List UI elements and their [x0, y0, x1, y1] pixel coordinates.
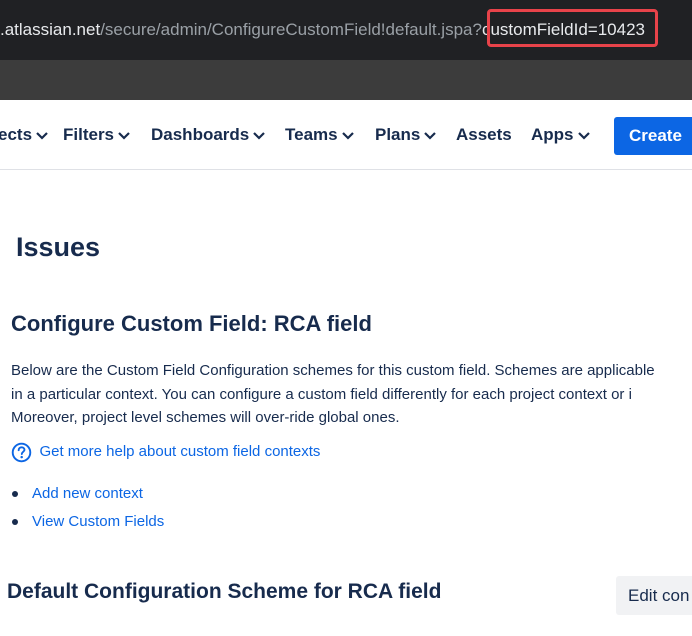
add-new-context-link[interactable]: Add new context [32, 485, 143, 502]
browser-address-bar[interactable]: .atlassian.net/secure/admin/ConfigureCus… [0, 0, 692, 60]
chevron-down-icon [253, 131, 266, 140]
nav-filters-label: Filters [63, 125, 115, 144]
nav-apps-label: Apps [531, 125, 574, 144]
browser-toolbar-strip [0, 60, 692, 100]
chevron-down-icon [36, 131, 48, 140]
nav-teams[interactable]: Teams [285, 124, 354, 146]
nav-dashboards-label: Dashboards [151, 125, 250, 144]
nav-assets-label: Assets [456, 125, 512, 144]
nav-filters[interactable]: Filters [63, 124, 130, 146]
page-title: Issues [16, 232, 101, 262]
help-row: Get more help about custom field context… [11, 441, 320, 463]
create-button[interactable]: Create [614, 117, 692, 155]
scheme-title: Default Configuration Scheme for RCA fie… [7, 580, 442, 603]
list-item: View Custom Fields [11, 510, 164, 538]
chevron-down-icon [118, 131, 130, 140]
description-line: in a particular context. You can configu… [11, 385, 632, 403]
top-navigation: ects Filters Dashboards Teams Plans Asse… [0, 100, 692, 170]
question-circle-icon[interactable] [11, 442, 32, 463]
description: Below are the Custom Field Configuration… [11, 359, 692, 430]
chevron-down-icon [424, 131, 437, 140]
nav-teams-label: Teams [285, 125, 338, 144]
chevron-down-icon [577, 131, 590, 140]
view-custom-fields-link[interactable]: View Custom Fields [32, 513, 164, 530]
section-title: Configure Custom Field: RCA field [11, 311, 372, 336]
list-item: Add new context [11, 482, 164, 510]
edit-configuration-button[interactable]: Edit con [616, 576, 692, 615]
nav-plans[interactable]: Plans [375, 124, 437, 146]
chevron-down-icon [341, 131, 354, 140]
bullet-icon [12, 491, 18, 497]
nav-assets[interactable]: Assets [456, 124, 512, 146]
url-path: /secure/admin/ConfigureCustomField!defau… [100, 20, 482, 39]
description-line: Moreover, project level schemes will ove… [11, 409, 400, 426]
bullet-icon [12, 519, 18, 525]
action-links: Add new context View Custom Fields [11, 482, 164, 538]
url-domain: .atlassian.net [0, 20, 101, 39]
nav-apps[interactable]: Apps [531, 124, 590, 146]
nav-dashboards[interactable]: Dashboards [151, 124, 266, 146]
nav-projects-label: ects [0, 125, 33, 144]
help-link[interactable]: Get more help about custom field context… [39, 443, 320, 460]
description-line: Below are the Custom Field Configuration… [11, 362, 655, 379]
url-param-highlight-box [487, 9, 658, 47]
nav-projects[interactable]: ects [0, 124, 48, 146]
nav-plans-label: Plans [375, 125, 421, 144]
